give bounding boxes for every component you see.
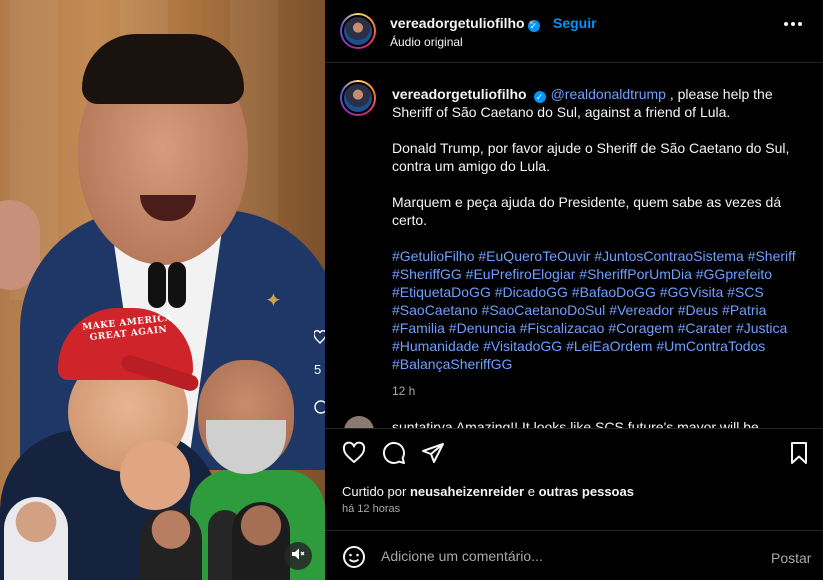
comment-input[interactable] xyxy=(381,545,751,567)
hashtag-link[interactable]: #Justica xyxy=(736,320,787,336)
mute-button[interactable] xyxy=(284,542,312,570)
more-options-icon[interactable] xyxy=(784,22,802,26)
speaker-hair xyxy=(82,34,244,104)
lapel-pin-icon: ✦ xyxy=(265,290,282,312)
hashtag-link[interactable]: #Sheriff xyxy=(748,248,796,264)
hashtag-link[interactable]: #Vereador xyxy=(609,302,674,318)
caption-time: 12 h xyxy=(392,384,416,398)
comment-preview: suntatirya Amazing!! It looks like SCS f… xyxy=(392,419,759,428)
liked-by-user[interactable]: neusaheizenreider xyxy=(410,484,524,499)
hashtag-link[interactable]: #DicadoGG xyxy=(495,284,568,300)
hashtag-link[interactable]: #EuPrefiroElogiar xyxy=(466,266,576,282)
reel-like-icon[interactable] xyxy=(313,329,325,347)
emoji-smiley-icon[interactable] xyxy=(342,545,366,569)
header-separator: • xyxy=(529,14,534,30)
liked-by-conjunction: e xyxy=(527,484,535,499)
caption-paragraph-3: Marquem e peça ajuda do Presidente, quem… xyxy=(392,194,782,228)
inset-person xyxy=(4,497,68,580)
hashtag-link[interactable]: #BafaoDoGG xyxy=(572,284,656,300)
caption-paragraph-1: vereadorgetuliofilho ✓ @realdonaldtrump , … xyxy=(392,85,802,121)
hashtag-link[interactable]: #Carater xyxy=(678,320,732,336)
post-comment-button[interactable]: Postar xyxy=(771,550,811,566)
mention-link[interactable]: @realdonaldtrump xyxy=(551,86,666,102)
verified-badge-icon: ✓ xyxy=(533,91,546,103)
inset-person xyxy=(232,502,290,580)
hashtag-link[interactable]: #Denuncia xyxy=(449,320,516,336)
hashtag-link[interactable]: #EuQueroTeOuvir xyxy=(478,248,590,264)
post-header: vereadorgetuliofilho ✓ • Seguir Áudio ori… xyxy=(325,0,823,63)
microphone xyxy=(148,262,166,308)
inset-person xyxy=(140,508,202,580)
liked-by: Curtido por neusaheizenreider e outras p… xyxy=(342,484,634,499)
bookmark-icon[interactable] xyxy=(787,441,813,467)
comments-area[interactable]: vereadorgetuliofilho ✓ @realdonaldtrump , … xyxy=(325,64,823,428)
pointing-hand xyxy=(120,440,190,510)
hashtag-link[interactable]: #BalançaSheriffGG xyxy=(392,356,512,372)
hashtag-link[interactable]: #SaoCaetanoDoSul xyxy=(482,302,606,318)
liked-by-prefix: Curtido por xyxy=(342,484,407,499)
caption-paragraph-2: Donald Trump, por favor ajude o Sheriff … xyxy=(392,140,790,174)
hashtag-link[interactable]: #Humanidade xyxy=(392,338,479,354)
hashtag-link[interactable]: #Fiscalizacao xyxy=(520,320,605,336)
microphone xyxy=(168,262,186,308)
caption-author-avatar[interactable] xyxy=(340,80,376,116)
hashtag-link[interactable]: #Familia xyxy=(392,320,445,336)
commenter-avatar[interactable] xyxy=(344,416,374,428)
author-username-text[interactable]: vereadorgetuliofilho xyxy=(390,15,525,31)
hashtag-link[interactable]: #SCS xyxy=(727,284,764,300)
comment-bubble-icon[interactable] xyxy=(382,441,408,467)
paper-plane-icon[interactable] xyxy=(421,441,447,467)
hashtag-link[interactable]: #EtiquetaDoGG xyxy=(392,284,491,300)
hashtag-link[interactable]: #Patria xyxy=(722,302,766,318)
hashtag-link[interactable]: #GGVisita xyxy=(660,284,724,300)
hashtag-link[interactable]: #GetulioFilho xyxy=(392,248,475,264)
hashtag-link[interactable]: #LeiEaOrdem xyxy=(566,338,652,354)
hashtag-link[interactable]: #SaoCaetano xyxy=(392,302,478,318)
post-timestamp[interactable]: há 12 horas xyxy=(342,503,400,515)
reel-comment-icon[interactable] xyxy=(314,400,325,417)
author-avatar[interactable] xyxy=(340,13,376,49)
hashtag-link[interactable]: #GGprefeito xyxy=(696,266,772,282)
heart-icon[interactable] xyxy=(342,441,368,467)
post-media[interactable]: ✦ MAKE AMERICA GREAT AGAIN 5 xyxy=(0,0,325,580)
hashtag-list: #GetulioFilho #EuQueroTeOuvir #JuntosCon… xyxy=(392,247,802,373)
reel-like-count: 5 xyxy=(314,362,322,377)
hashtag-link[interactable]: #Coragem xyxy=(608,320,673,336)
hashtag-link[interactable]: #VisitadoGG xyxy=(483,338,562,354)
action-bar xyxy=(325,428,823,478)
post-sidebar: vereadorgetuliofilho ✓ • Seguir Áudio ori… xyxy=(325,0,823,580)
author-username[interactable]: vereadorgetuliofilho ✓ xyxy=(390,15,540,32)
hashtag-link[interactable]: #SheriffGG xyxy=(392,266,462,282)
hashtag-link[interactable]: #SheriffPorUmDia xyxy=(579,266,692,282)
hashtag-link[interactable]: #Deus xyxy=(678,302,718,318)
hashtag-link[interactable]: #JuntosContraoSistema xyxy=(594,248,743,264)
caption-username[interactable]: vereadorgetuliofilho xyxy=(392,86,527,102)
hashtag-link[interactable]: #UmContraTodos xyxy=(656,338,765,354)
muted-speaker-icon xyxy=(291,547,305,566)
audio-label[interactable]: Áudio original xyxy=(390,35,463,49)
post-caption: vereadorgetuliofilho ✓ @realdonaldtrump , … xyxy=(392,85,802,400)
follow-button[interactable]: Seguir xyxy=(553,15,597,31)
liked-by-others[interactable]: outras pessoas xyxy=(539,484,634,499)
add-comment-bar: Postar xyxy=(325,530,823,580)
